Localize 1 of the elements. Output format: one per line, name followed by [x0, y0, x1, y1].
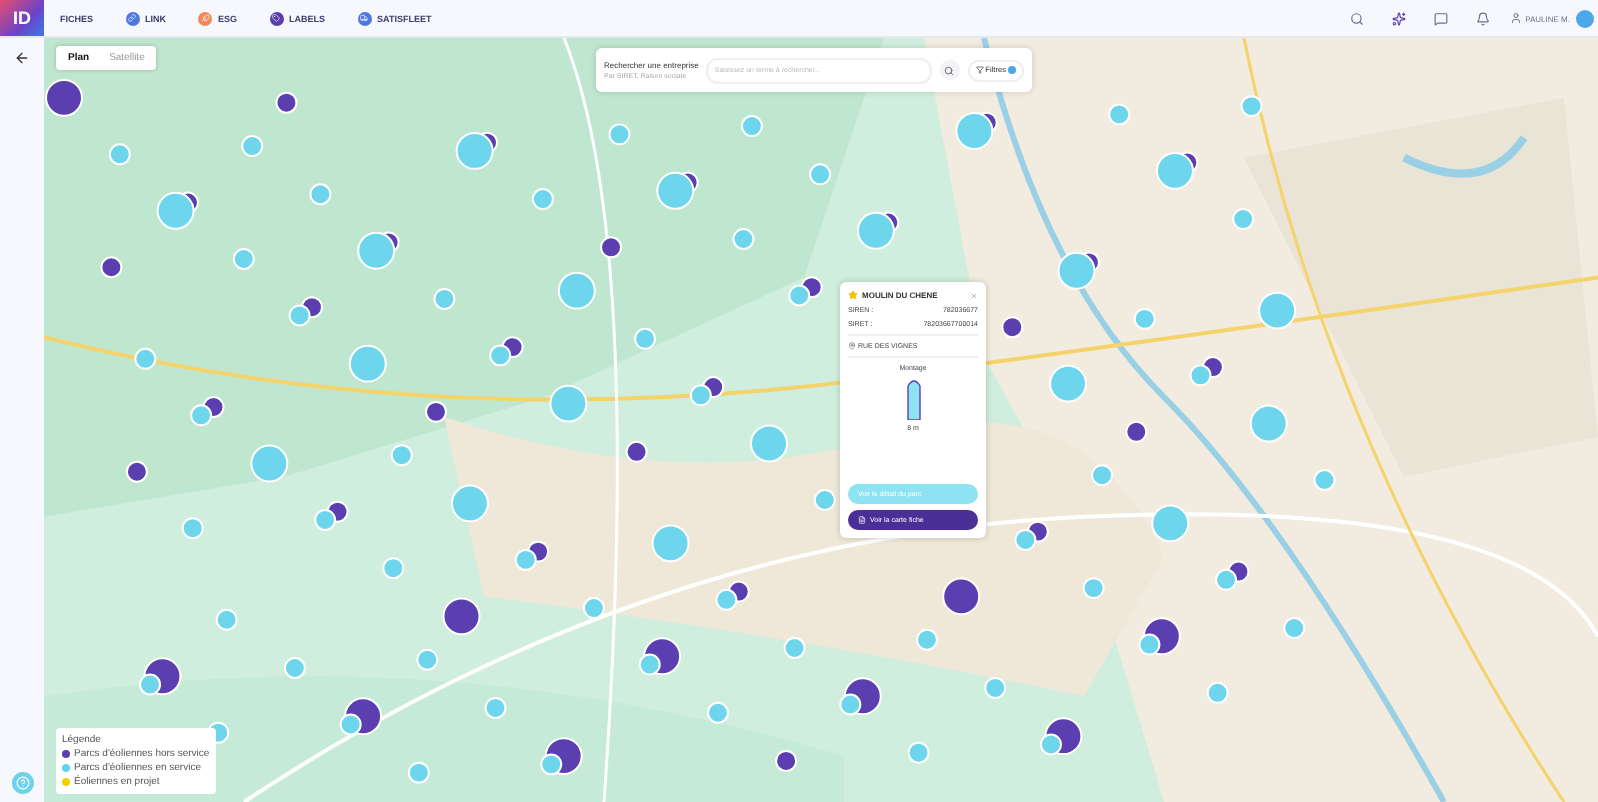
logo[interactable]: ID — [0, 0, 44, 36]
